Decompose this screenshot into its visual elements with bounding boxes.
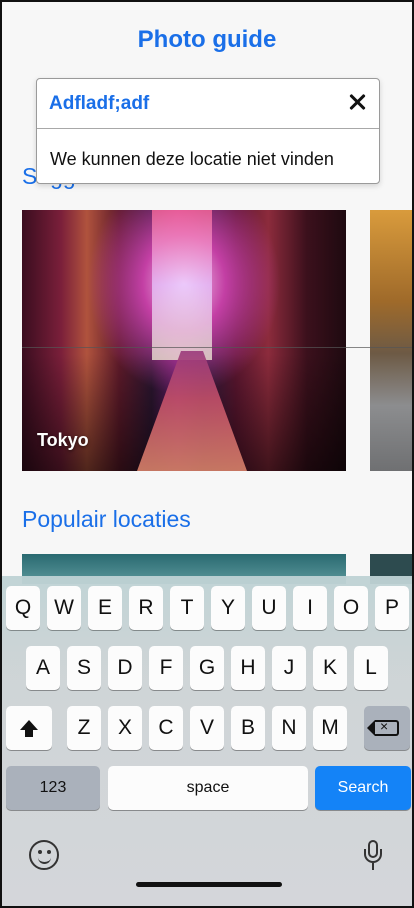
key-a[interactable]: A [26,646,60,690]
key-p[interactable]: P [375,586,409,630]
mic-stem [372,863,374,870]
key-o[interactable]: O [334,586,368,630]
location-card-next[interactable] [370,210,412,471]
key-t[interactable]: T [170,586,204,630]
key-b[interactable]: B [231,706,265,750]
key-n[interactable]: N [272,706,306,750]
search-row [37,79,379,129]
key-s[interactable]: S [67,646,101,690]
search-error-message: We kunnen deze locatie niet vinden [50,149,334,169]
mic-body [368,840,378,858]
search-input[interactable] [49,91,329,117]
key-w[interactable]: W [47,586,81,630]
key-e[interactable]: E [88,586,122,630]
page-title: Photo guide [137,26,277,53]
key-l[interactable]: L [354,646,388,690]
key-d[interactable]: D [108,646,142,690]
shift-key[interactable] [6,706,52,750]
shift-icon [20,720,38,737]
section-title-popular: Populair locaties [22,506,191,532]
home-indicator[interactable] [136,882,282,887]
key-u[interactable]: U [252,586,286,630]
divider-line [22,347,412,348]
app-frame: Photo guide Suggested locations Tokyo Po… [0,0,414,908]
key-m[interactable]: M [313,706,347,750]
location-card-tokyo[interactable]: Tokyo [22,210,346,471]
numbers-key[interactable]: 123 [6,766,100,810]
card-image-sky [152,210,212,360]
search-key[interactable]: Search [315,766,411,810]
emoji-icon[interactable] [29,840,59,870]
card-label: Tokyo [37,430,89,450]
key-r[interactable]: R [129,586,163,630]
key-g[interactable]: G [190,646,224,690]
search-popover: We kunnen deze locatie niet vinden [36,78,380,184]
key-c[interactable]: C [149,706,183,750]
key-f[interactable]: F [149,646,183,690]
key-v[interactable]: V [190,706,224,750]
key-x[interactable]: X [108,706,142,750]
clear-icon[interactable] [347,92,367,112]
space-key[interactable]: space [108,766,308,810]
key-j[interactable]: J [272,646,306,690]
microphone-icon[interactable] [363,840,383,872]
key-q[interactable]: Q [6,586,40,630]
key-z[interactable]: Z [67,706,101,750]
card-image-lane [137,351,247,471]
on-screen-keyboard: Q W E R T Y U I O P A S D F G H J K L Z … [2,576,412,906]
key-h[interactable]: H [231,646,265,690]
backspace-key[interactable] [364,706,410,750]
key-y[interactable]: Y [211,586,245,630]
key-i[interactable]: I [293,586,327,630]
backspace-icon [367,718,399,736]
key-k[interactable]: K [313,646,347,690]
